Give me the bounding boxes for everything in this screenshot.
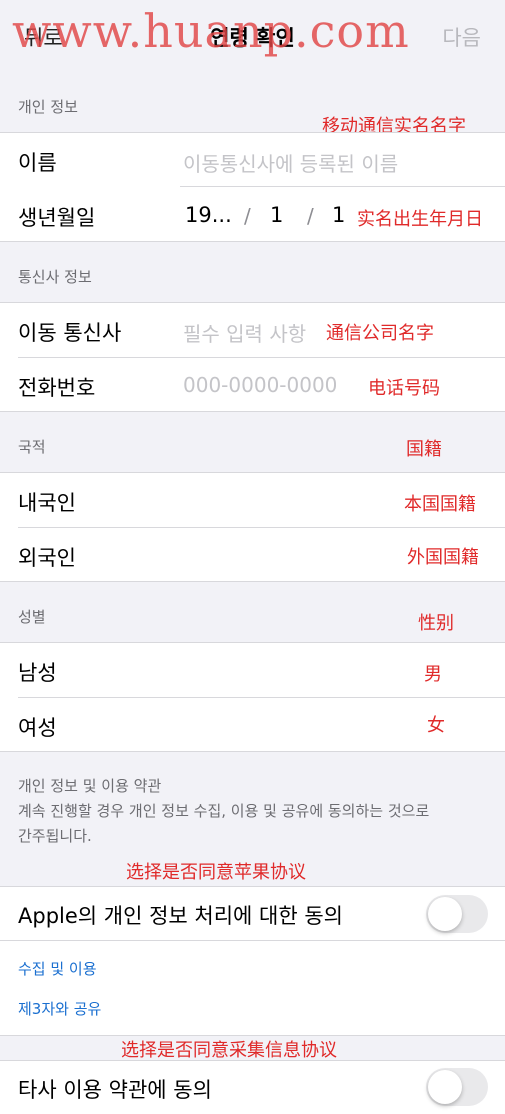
divider xyxy=(18,357,505,358)
divider xyxy=(0,411,505,412)
nationality-option-foreign[interactable]: 외국인 xyxy=(18,542,76,572)
name-input[interactable]: 이동통신사에 등록된 이름 xyxy=(183,148,398,177)
apple-consent-toggle[interactable] xyxy=(426,895,488,933)
phone-input[interactable]: 000-0000-0000 xyxy=(183,373,337,397)
divider xyxy=(0,642,505,643)
carrier-info-header: 통신사 정보 xyxy=(18,268,92,286)
date-separator: / xyxy=(244,204,251,228)
divider xyxy=(0,940,505,941)
terms-title: 개인 정보 및 이용 약관 xyxy=(18,777,162,795)
watermark: www.huanp.com xyxy=(12,4,410,58)
divider xyxy=(0,581,505,582)
birthdate-label: 생년월일 xyxy=(18,206,96,230)
birth-year-field[interactable]: 19... xyxy=(185,203,232,227)
nationality-annotation: 国籍 xyxy=(406,439,442,460)
thirdparty-consent-label: 타사 이용 약관에 동의 xyxy=(18,1078,212,1102)
divider xyxy=(0,886,505,887)
personal-info-header: 개인 정보 xyxy=(18,98,78,116)
name-label: 이름 xyxy=(18,151,57,175)
toggle-knob xyxy=(428,897,462,931)
thirdparty-consent-annotation: 选择是否同意采集信息协议 xyxy=(121,1040,337,1061)
birthdate-annotation: 实名出生年月日 xyxy=(357,209,483,230)
terms-description-line1: 계속 진행할 경우 개인 정보 수집, 이용 및 공유에 동의하는 것으로 xyxy=(18,802,430,820)
carrier-annotation: 通信公司名字 xyxy=(326,323,434,344)
apple-consent-label: Apple의 개인 정보 처리에 대한 동의 xyxy=(18,904,343,928)
foreign-annotation: 外国国籍 xyxy=(407,547,479,568)
female-annotation: 女 xyxy=(427,715,445,736)
divider xyxy=(18,527,505,528)
divider xyxy=(18,697,505,698)
divider xyxy=(0,132,505,133)
gender-option-female[interactable]: 여성 xyxy=(18,712,57,742)
carrier-input[interactable]: 필수 입력 사항 xyxy=(183,318,306,347)
birth-day-field[interactable]: 1 xyxy=(332,203,345,227)
divider xyxy=(180,186,505,187)
divider xyxy=(0,1060,505,1061)
divider xyxy=(0,241,505,242)
divider xyxy=(0,472,505,473)
nationality-option-domestic[interactable]: 내국인 xyxy=(18,487,76,517)
gender-header: 성별 xyxy=(18,608,46,626)
phone-annotation: 电话号码 xyxy=(368,378,440,399)
gender-annotation: 性别 xyxy=(418,613,454,634)
male-annotation: 男 xyxy=(424,664,442,685)
toggle-knob xyxy=(428,1070,462,1104)
gender-option-male[interactable]: 남성 xyxy=(18,657,57,687)
birth-month-field[interactable]: 1 xyxy=(270,203,283,227)
collection-use-link[interactable]: 수집 및 이용 xyxy=(18,958,97,979)
divider xyxy=(0,751,505,752)
terms-description-line2: 간주됩니다. xyxy=(18,827,92,845)
apple-consent-annotation: 选择是否同意苹果协议 xyxy=(126,862,306,883)
nationality-header: 국적 xyxy=(18,438,46,456)
next-button[interactable]: 다음 xyxy=(442,22,481,52)
phone-label: 전화번호 xyxy=(18,376,96,400)
date-separator: / xyxy=(307,204,314,228)
carrier-label: 이동 통신사 xyxy=(18,321,122,345)
third-party-sharing-link[interactable]: 제3자와 공유 xyxy=(18,998,101,1019)
divider xyxy=(0,302,505,303)
domestic-annotation: 本国国籍 xyxy=(404,494,476,515)
thirdparty-consent-toggle[interactable] xyxy=(426,1068,488,1106)
